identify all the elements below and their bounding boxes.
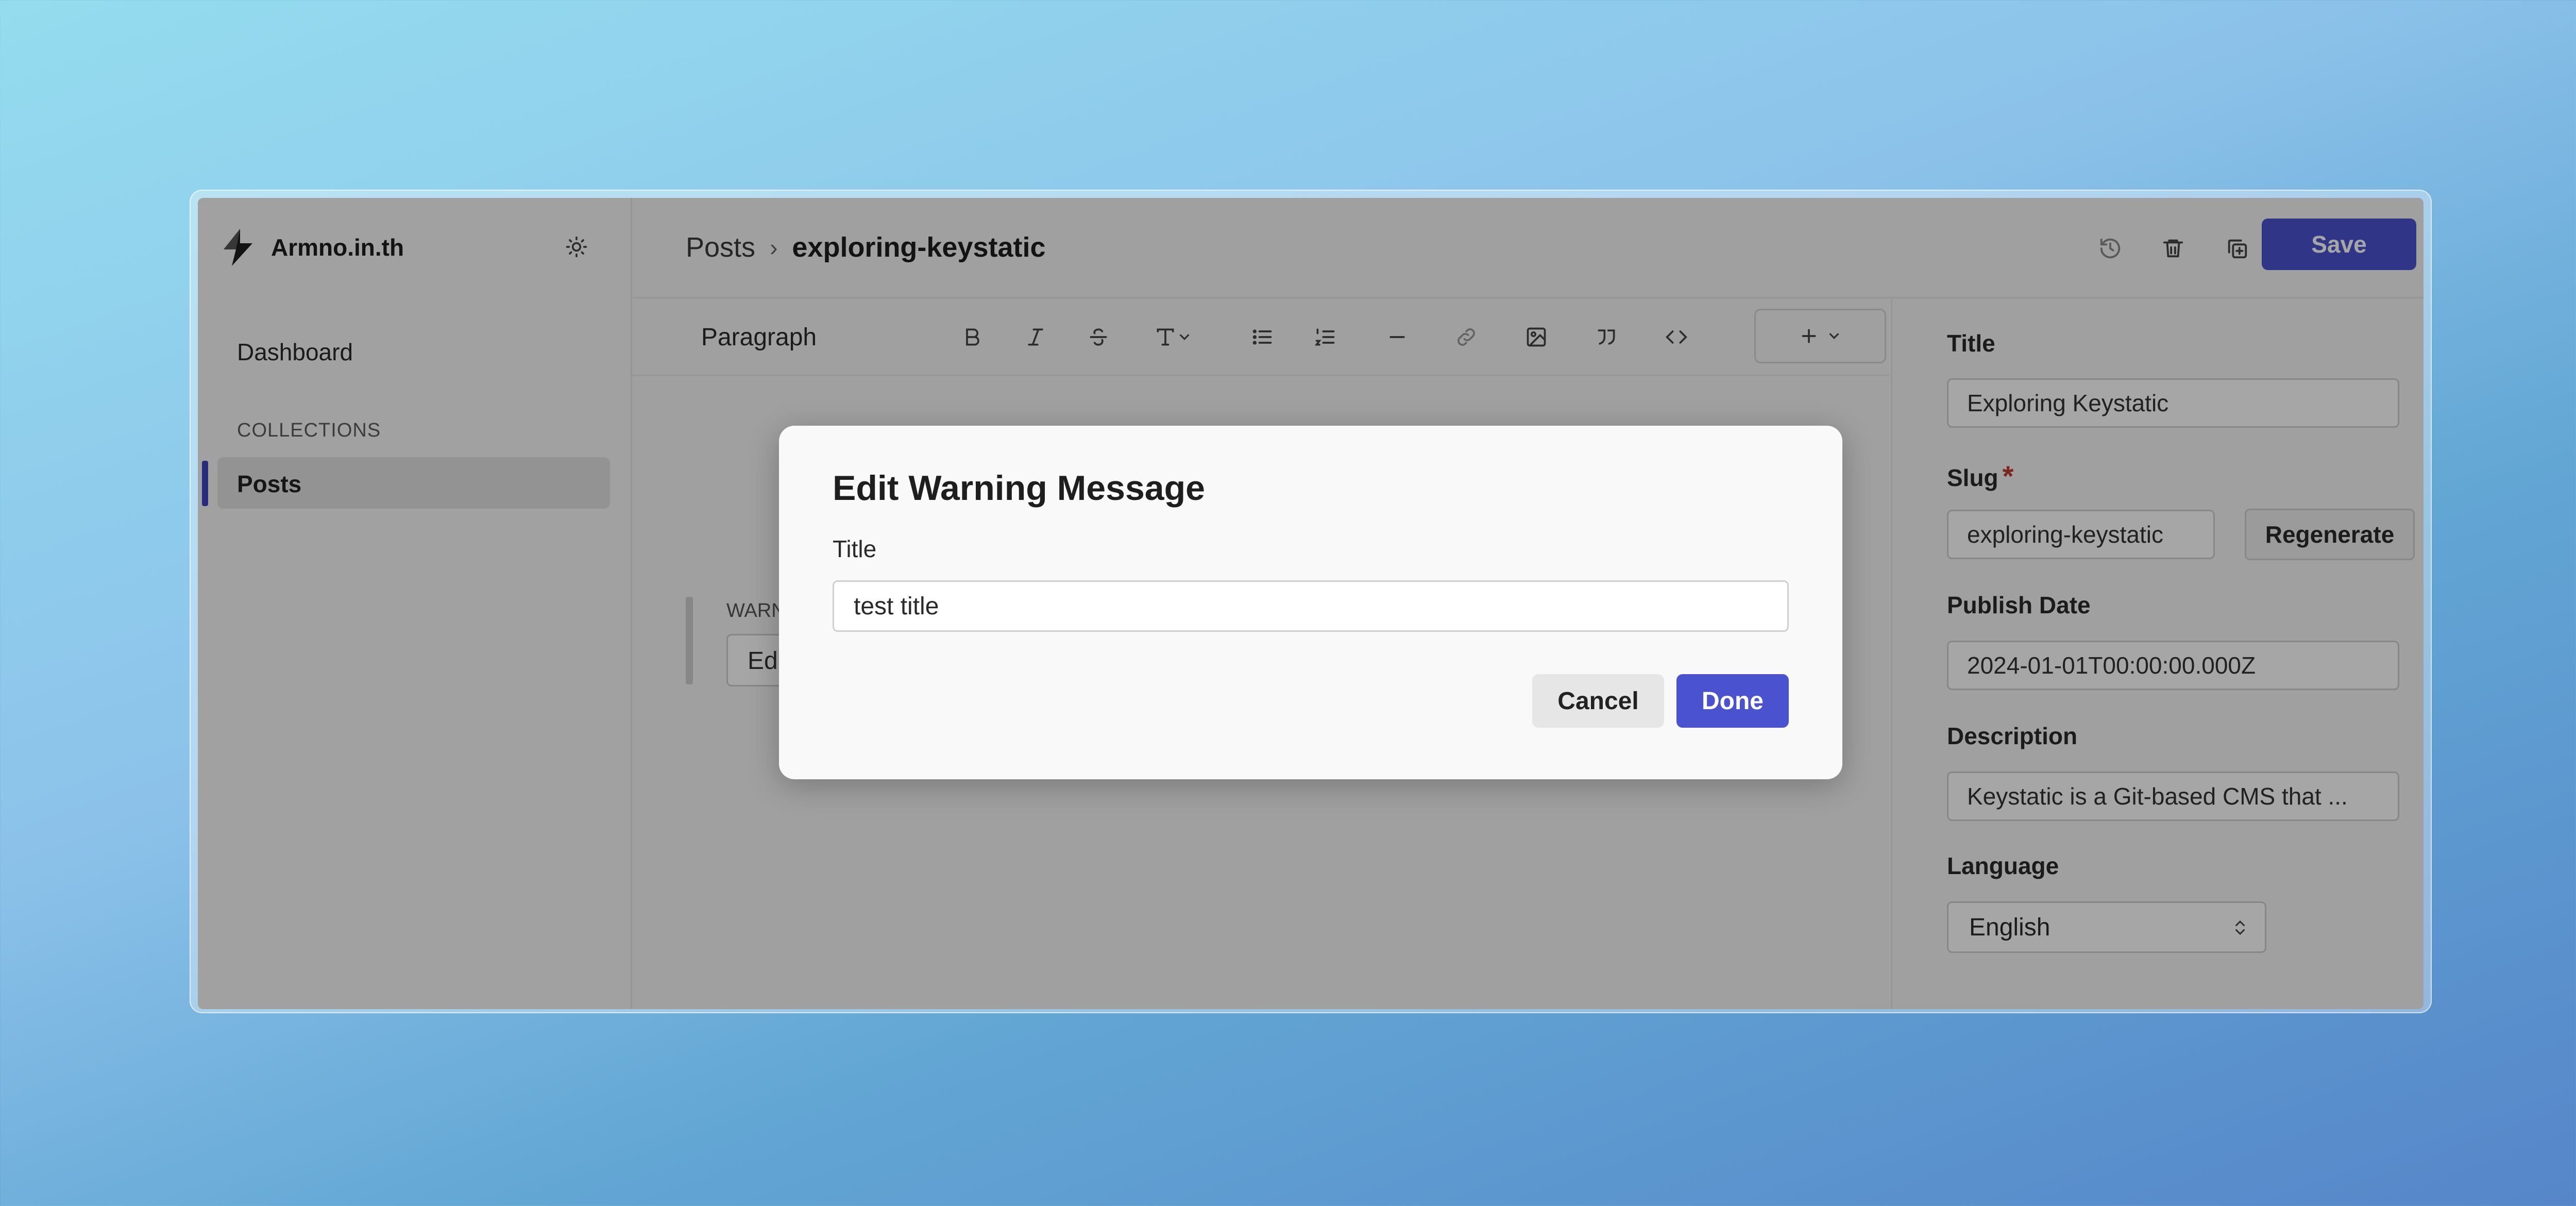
dialog-title: Edit Warning Message (833, 468, 1205, 508)
cancel-button[interactable]: Cancel (1532, 674, 1664, 728)
edit-warning-dialog: Edit Warning Message Title Cancel Done (779, 426, 1842, 779)
dialog-title-label: Title (833, 535, 877, 562)
dialog-title-input[interactable] (833, 580, 1789, 632)
done-button[interactable]: Done (1676, 674, 1789, 728)
